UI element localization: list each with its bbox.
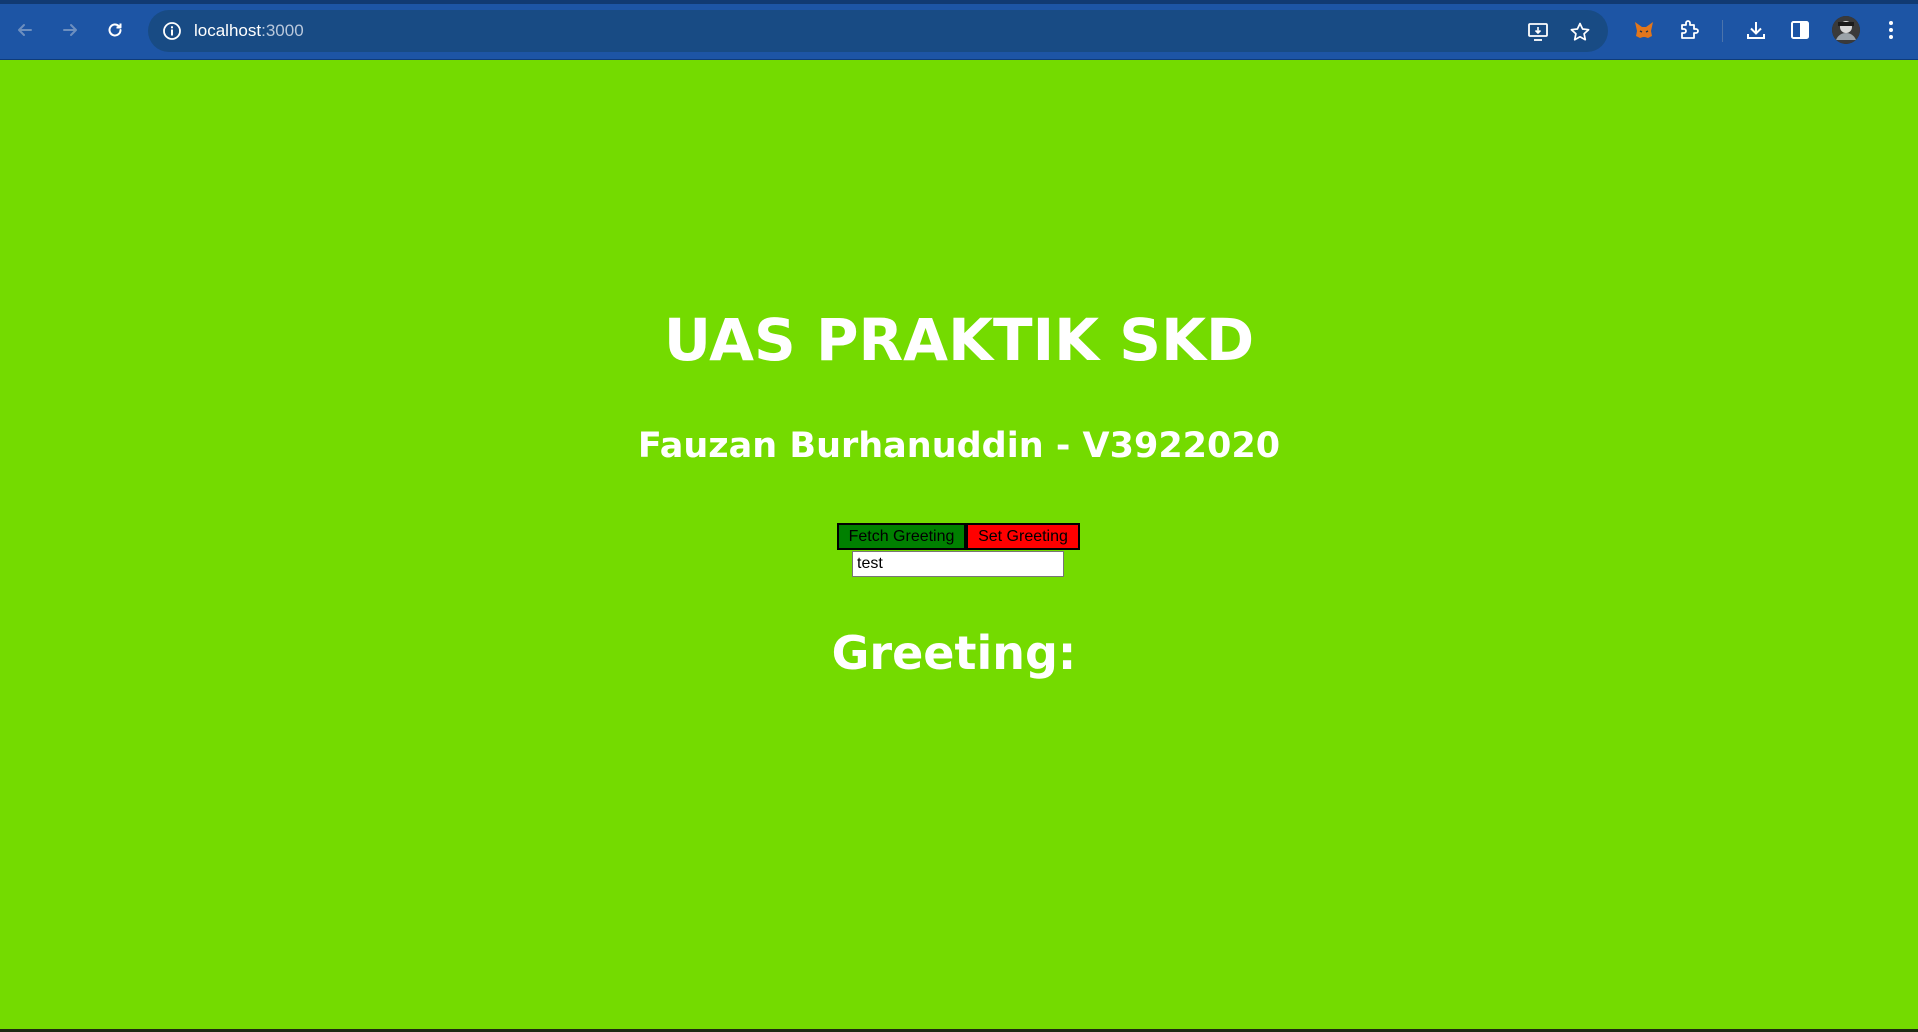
profile-avatar[interactable]: [1832, 16, 1860, 44]
fox-extension-icon[interactable]: [1629, 15, 1659, 45]
back-button[interactable]: [10, 15, 40, 45]
arrow-right-icon: [63, 24, 77, 36]
arrow-left-icon: [18, 24, 32, 36]
greeting-input[interactable]: [852, 551, 1064, 577]
url-port: :3000: [261, 21, 304, 40]
page-subtitle: Fauzan Burhanuddin - V3922020: [637, 426, 1281, 466]
greeting-label: Greeting:: [831, 626, 1077, 680]
puzzle-icon[interactable]: [1674, 15, 1704, 45]
reload-button[interactable]: [100, 15, 130, 45]
info-icon[interactable]: [162, 21, 182, 41]
address-bar[interactable]: localhost:3000: [148, 10, 1608, 52]
greeting-actions: Fetch Greeting Set Greeting: [837, 523, 1080, 550]
url-text[interactable]: localhost:3000: [194, 20, 304, 42]
side-panel-icon[interactable]: [1785, 15, 1815, 45]
greeting-heading: Greeting:: [0, 621, 1918, 685]
reload-icon: [108, 23, 122, 37]
kebab-menu-icon[interactable]: [1876, 15, 1906, 45]
star-icon[interactable]: [1568, 20, 1592, 44]
forward-button[interactable]: [55, 15, 85, 45]
fetch-greeting-button[interactable]: Fetch Greeting: [837, 523, 966, 550]
browser-toolbar: localhost:3000: [0, 0, 1918, 60]
download-icon[interactable]: [1741, 15, 1771, 45]
set-greeting-button[interactable]: Set Greeting: [966, 523, 1080, 550]
toolbar-divider: [1722, 20, 1723, 42]
page-title: UAS PRAKTIK SKD: [663, 306, 1255, 374]
tab-strip: [0, 0, 1918, 4]
install-app-icon[interactable]: [1526, 20, 1550, 44]
url-host: localhost: [194, 21, 262, 40]
